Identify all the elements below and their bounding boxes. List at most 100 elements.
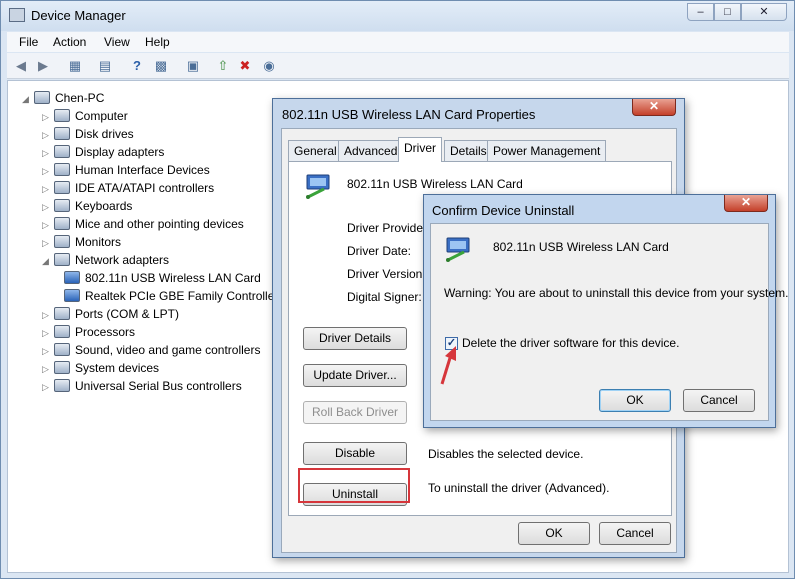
menu-action[interactable]: Action xyxy=(53,35,86,49)
tree-category[interactable]: ▷ Sound, video and game controllers xyxy=(42,341,260,359)
tree-item-label: Display adapters xyxy=(75,145,165,159)
driver-details-button[interactable]: Driver Details xyxy=(303,327,407,350)
tree-item-label: Universal Serial Bus controllers xyxy=(75,379,242,393)
expand-icon[interactable]: ▷ xyxy=(42,216,54,234)
tree-category[interactable]: ◢ Network adapters xyxy=(42,251,169,269)
maximize-button[interactable]: □ xyxy=(714,3,741,21)
tree-category[interactable]: ▷ Disk drives xyxy=(42,125,134,143)
disable-description: Disables the selected device. xyxy=(428,447,584,461)
tab-driver[interactable]: Driver xyxy=(398,137,442,162)
confirm-uninstall-dialog: Confirm Device Uninstall ✕ 802.11n USB W… xyxy=(423,194,788,428)
network-adapter-icon xyxy=(64,289,80,302)
tree-root-label: Chen-PC xyxy=(55,91,105,105)
view-icon[interactable]: ▩ xyxy=(153,58,169,74)
uninstall-icon[interactable]: ✖ xyxy=(237,58,253,74)
tree-category[interactable]: ▷ Processors xyxy=(42,323,135,341)
expand-icon[interactable]: ▷ xyxy=(42,234,54,252)
tree-item-label: Sound, video and game controllers xyxy=(75,343,261,357)
expand-icon[interactable]: ▷ xyxy=(42,342,54,360)
computer-icon xyxy=(34,91,50,104)
tab-general[interactable]: General xyxy=(288,140,343,161)
tree-child-device[interactable]: 802.11n USB Wireless LAN Card xyxy=(64,269,261,287)
tree-root[interactable]: ◢ Chen-PC xyxy=(22,89,104,107)
confirm-cancel-button[interactable]: Cancel xyxy=(683,389,755,412)
tree-category[interactable]: ▷ Display adapters xyxy=(42,143,164,161)
device-category-icon xyxy=(54,343,70,356)
expand-icon[interactable]: ▷ xyxy=(42,180,54,198)
tab-details[interactable]: Details xyxy=(444,140,493,161)
red-arrow-annotation xyxy=(440,346,456,385)
close-button[interactable]: ✕ xyxy=(741,3,787,21)
device-category-icon xyxy=(54,217,70,230)
device-category-icon xyxy=(54,325,70,338)
tree-item-label: Keyboards xyxy=(75,199,133,213)
device-category-icon xyxy=(54,235,70,248)
collapse-icon[interactable]: ◢ xyxy=(22,90,34,108)
back-icon[interactable]: ◀ xyxy=(13,58,29,74)
uninstall-highlight-box xyxy=(298,468,410,503)
tree-category[interactable]: ▷ Monitors xyxy=(42,233,121,251)
properties-close-button[interactable]: ✕ xyxy=(632,99,676,116)
expand-icon[interactable]: ▷ xyxy=(42,378,54,396)
tree-category[interactable]: ▷ Mice and other pointing devices xyxy=(42,215,244,233)
tree-category[interactable]: ▷ Human Interface Devices xyxy=(42,161,210,179)
expand-icon[interactable]: ▷ xyxy=(42,126,54,144)
tree-category[interactable]: ▷ Universal Serial Bus controllers xyxy=(42,377,242,395)
network-adapter-icon xyxy=(64,271,80,284)
uninstall-description: To uninstall the driver (Advanced). xyxy=(428,481,610,495)
toolbar: ◀ ▶ ▦ ▤ ? ▩ ▣ ⇧ ✖ ◉ xyxy=(7,53,789,79)
menu-view[interactable]: View xyxy=(104,35,130,49)
device-category-icon xyxy=(54,109,70,122)
tree-category[interactable]: ▷ IDE ATA/ATAPI controllers xyxy=(42,179,214,197)
roll-back-driver-button[interactable]: Roll Back Driver xyxy=(303,401,407,424)
disable-icon[interactable]: ◉ xyxy=(261,58,277,74)
network-adapter-icon xyxy=(446,237,470,262)
menu-bar: File Action View Help xyxy=(7,32,789,52)
properties-ok-button[interactable]: OK xyxy=(518,522,590,545)
driver-version-label: Driver Version: xyxy=(347,267,426,281)
help-icon[interactable]: ? xyxy=(129,58,145,74)
scan-changes-icon[interactable]: ▣ xyxy=(185,58,201,74)
menu-help[interactable]: Help xyxy=(145,35,170,49)
tree-child-device[interactable]: Realtek PCIe GBE Family Controlle xyxy=(64,287,274,305)
expand-icon[interactable]: ▷ xyxy=(42,108,54,126)
driver-date-label: Driver Date: xyxy=(347,244,412,258)
collapse-icon[interactable]: ◢ xyxy=(42,252,54,270)
menu-file[interactable]: File xyxy=(19,35,38,49)
device-category-icon xyxy=(54,307,70,320)
expand-icon[interactable]: ▷ xyxy=(42,144,54,162)
update-driver-button[interactable]: Update Driver... xyxy=(303,364,407,387)
window-title: Device Manager xyxy=(31,8,126,23)
tree-category[interactable]: ▷ System devices xyxy=(42,359,159,377)
minimize-button[interactable]: – xyxy=(687,3,714,21)
expand-icon[interactable]: ▷ xyxy=(42,306,54,324)
expand-icon[interactable]: ▷ xyxy=(42,198,54,216)
properties-icon[interactable]: ▤ xyxy=(97,58,113,74)
tree-category[interactable]: ▷ Computer xyxy=(42,107,128,125)
title-bar[interactable]: Device Manager – □ ✕ xyxy=(1,1,794,31)
show-hide-tree-icon[interactable]: ▦ xyxy=(67,58,83,74)
delete-driver-label[interactable]: Delete the driver software for this devi… xyxy=(462,336,679,350)
expand-icon[interactable]: ▷ xyxy=(42,360,54,378)
tree-item-label: Disk drives xyxy=(75,127,134,141)
update-driver-icon[interactable]: ⇧ xyxy=(215,58,231,74)
tab-power-management[interactable]: Power Management xyxy=(487,140,607,161)
tree-item-label: Computer xyxy=(75,109,128,123)
forward-icon[interactable]: ▶ xyxy=(35,58,51,74)
tree-category[interactable]: ▷ Ports (COM & LPT) xyxy=(42,305,179,323)
tree-category[interactable]: ▷ Keyboards xyxy=(42,197,132,215)
device-name: 802.11n USB Wireless LAN Card xyxy=(347,177,523,191)
expand-icon[interactable]: ▷ xyxy=(42,324,54,342)
driver-provider-label: Driver Provider: xyxy=(347,221,431,235)
confirm-ok-button[interactable]: OK xyxy=(599,389,671,412)
properties-cancel-button[interactable]: Cancel xyxy=(599,522,671,545)
device-manager-icon xyxy=(9,8,25,22)
expand-icon[interactable]: ▷ xyxy=(42,162,54,180)
tree-item-label: Ports (COM & LPT) xyxy=(75,307,180,321)
device-category-icon xyxy=(54,379,70,392)
digital-signer-label: Digital Signer: xyxy=(347,290,422,304)
tab-advanced[interactable]: Advanced xyxy=(338,140,404,161)
confirm-close-button[interactable]: ✕ xyxy=(724,195,768,212)
disable-button[interactable]: Disable xyxy=(303,442,407,465)
confirm-dialog-title: Confirm Device Uninstall xyxy=(432,203,575,218)
